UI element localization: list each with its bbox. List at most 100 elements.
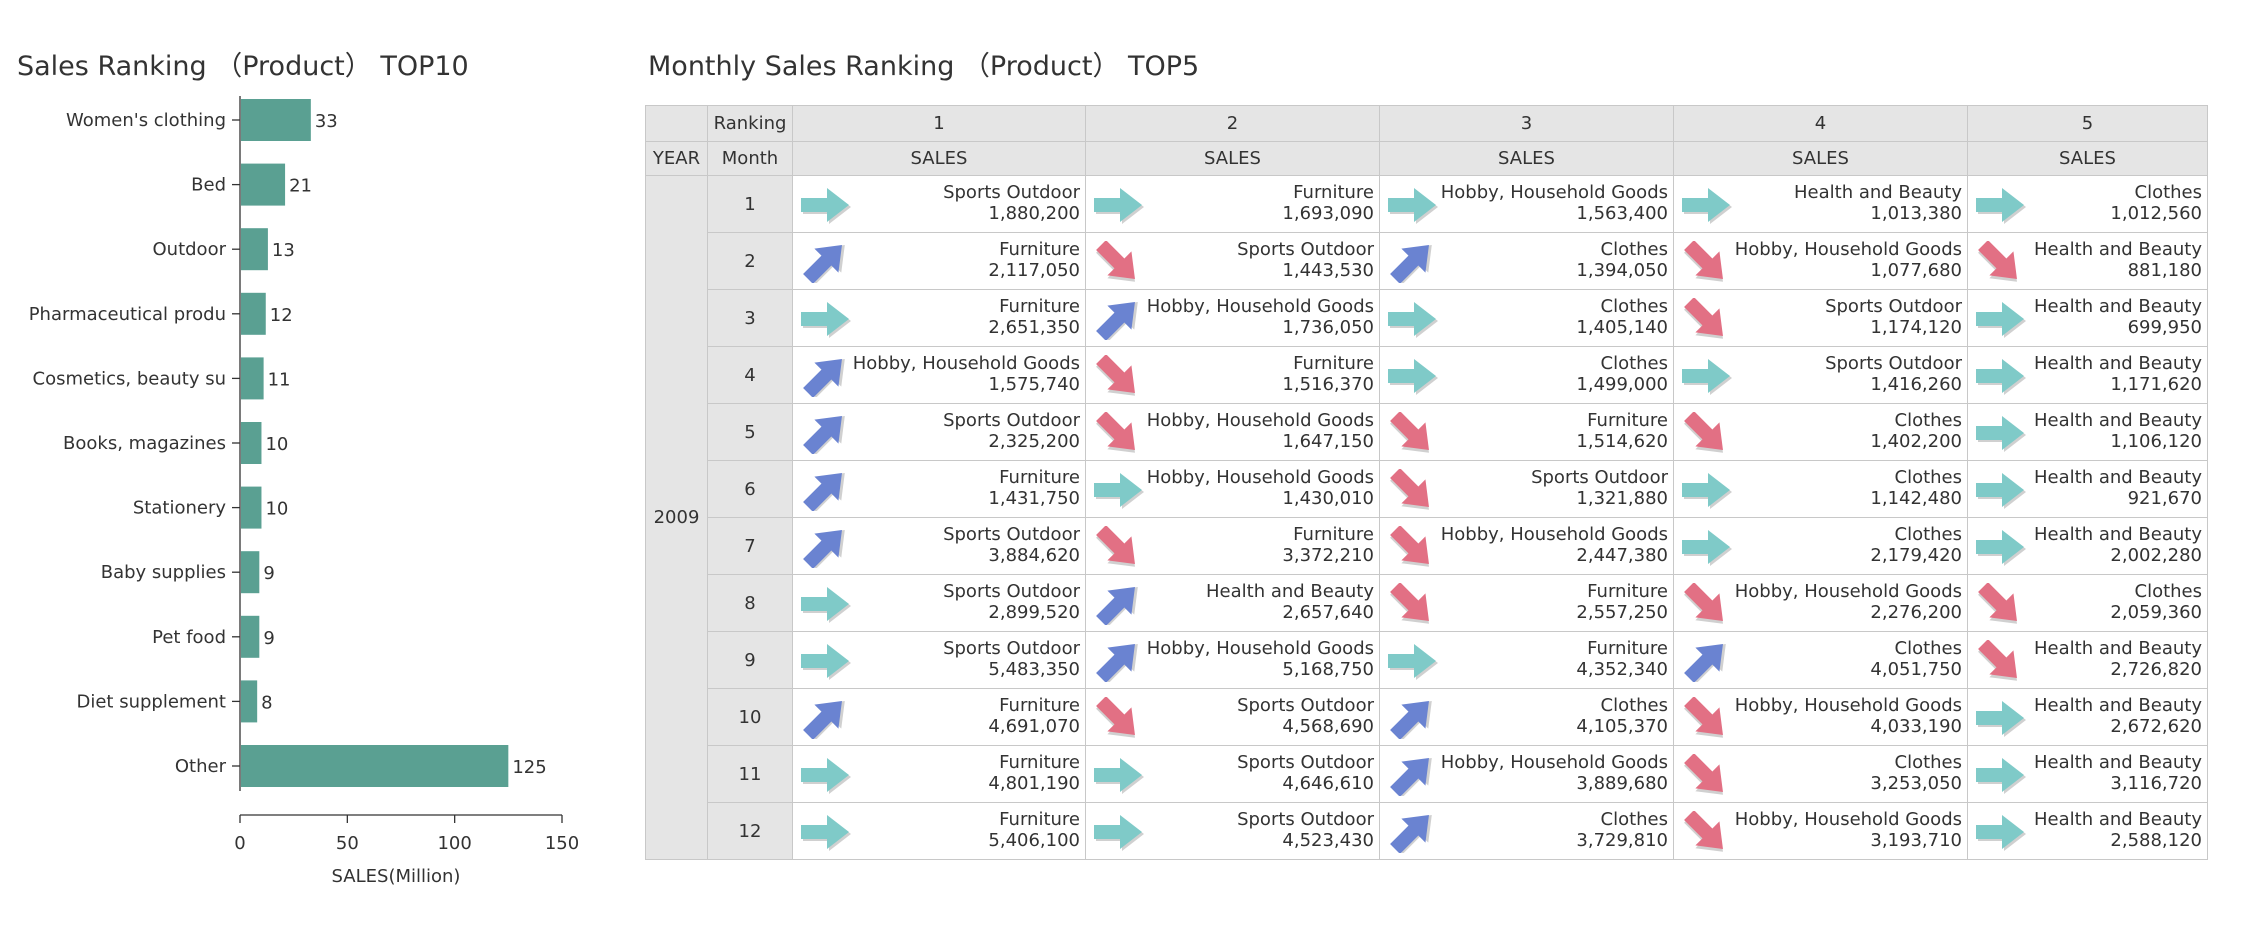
product-name: Sports Outdoor: [1237, 695, 1374, 716]
product-name: Sports Outdoor: [1237, 752, 1374, 773]
cell-text: Furniture 1,514,620: [1576, 410, 1668, 452]
sales-cell: Health and Beauty 2,672,620: [1967, 688, 2208, 746]
trend-flat-arrow-icon: [1678, 184, 1736, 226]
cell-text: Clothes 3,253,050: [1870, 752, 1962, 794]
trend-down-arrow-icon: [1972, 639, 2030, 682]
trend-flat-arrow-icon: [1090, 184, 1148, 226]
trend-flat-arrow-icon: [1972, 754, 2030, 796]
cell-text: Furniture 4,352,340: [1576, 638, 1668, 680]
header-corner: [645, 105, 708, 142]
sales-cell: Health and Beauty 2,657,640: [1085, 574, 1380, 632]
trend-down-arrow-icon: [1678, 240, 1736, 283]
sales-cell: Clothes 4,051,750: [1673, 631, 1968, 689]
sales-cell: Clothes 1,394,050: [1379, 232, 1674, 290]
bar: [241, 680, 258, 723]
trend-flat-arrow-icon: [797, 811, 855, 853]
cell-text: Health and Beauty 2,672,620: [2034, 695, 2202, 737]
bar: [241, 486, 262, 529]
sales-value: 1,405,140: [1576, 317, 1668, 338]
sales-cell: Furniture 2,557,250: [1379, 574, 1674, 632]
sales-value: 1,736,050: [1282, 317, 1374, 338]
sales-value: 4,105,370: [1576, 716, 1668, 737]
sales-value: 4,568,690: [1282, 716, 1374, 737]
sales-value: 2,672,620: [2110, 716, 2202, 737]
sales-cell: Furniture 4,801,190: [792, 745, 1086, 803]
sales-value: 1,013,380: [1870, 203, 1962, 224]
product-name: Health and Beauty: [2034, 524, 2202, 545]
product-name: Clothes: [1600, 296, 1669, 317]
sales-cell: Hobby, Household Goods 3,889,680: [1379, 745, 1674, 803]
sales-cell: Clothes 2,179,420: [1673, 517, 1968, 575]
rank-header: 2: [1085, 105, 1380, 142]
sales-value: 881,180: [2127, 260, 2202, 281]
sales-value: 4,033,190: [1870, 716, 1962, 737]
trend-up-arrow-icon: [797, 526, 855, 569]
cell-text: Health and Beauty 921,670: [2034, 467, 2202, 509]
cell-text: Sports Outdoor 3,884,620: [943, 524, 1080, 566]
trend-down-arrow-icon: [1678, 411, 1736, 454]
x-tick-label: 150: [545, 833, 579, 854]
sales-cell: Health and Beauty 2,002,280: [1967, 517, 2208, 575]
sales-value: 2,002,280: [2110, 545, 2202, 566]
data-label: 125: [512, 757, 546, 778]
month-cell: 7: [707, 517, 793, 575]
trend-down-arrow-icon: [1090, 411, 1148, 454]
cell-text: Hobby, Household Goods 3,889,680: [1441, 752, 1668, 794]
sales-cell: Sports Outdoor 4,568,690: [1085, 688, 1380, 746]
bar: [241, 745, 509, 787]
trend-up-arrow-icon: [1090, 583, 1148, 626]
sales-value: 2,276,200: [1870, 602, 1962, 623]
table-row: 5 Sports Outdoor 2,325,200 Hobby, Household…: [646, 403, 2208, 461]
cell-text: Sports Outdoor 1,174,120: [1825, 296, 1962, 338]
sales-cell: Furniture 4,691,070: [792, 688, 1086, 746]
sales-cell: Furniture 2,651,350: [792, 289, 1086, 347]
trend-up-arrow-icon: [797, 355, 855, 398]
trend-down-arrow-icon: [1678, 297, 1736, 340]
category-label: Pet food: [152, 627, 226, 648]
sales-cell: Sports Outdoor 3,884,620: [792, 517, 1086, 575]
month-cell: 11: [707, 745, 793, 803]
trend-down-arrow-icon: [1090, 696, 1148, 739]
sales-value: 1,431,750: [988, 488, 1080, 509]
sales-value: 1,443,530: [1282, 260, 1374, 281]
cell-text: Clothes 2,059,360: [2110, 581, 2202, 623]
product-name: Clothes: [1894, 524, 1963, 545]
data-label: 8: [261, 692, 272, 713]
trend-flat-arrow-icon: [1384, 355, 1442, 397]
rank-header: 3: [1379, 105, 1674, 142]
table-row: 11 Furniture 4,801,190 Sports Outdoor 4,646,…: [646, 745, 2208, 803]
product-name: Sports Outdoor: [1237, 239, 1374, 260]
product-name: Hobby, Household Goods: [852, 353, 1080, 374]
trend-flat-arrow-icon: [1384, 184, 1442, 226]
trend-down-arrow-icon: [1384, 525, 1442, 568]
trend-down-arrow-icon: [1090, 525, 1148, 568]
trend-flat-arrow-icon: [1678, 355, 1736, 397]
table-row: 2009 1 Sports Outdoor 1,880,200 Furniture 1,6…: [645, 175, 2208, 860]
trend-up-arrow-icon: [1384, 754, 1442, 797]
product-name: Hobby, Household Goods: [1734, 695, 1962, 716]
sales-cell: Furniture 1,431,750: [792, 460, 1086, 518]
table-row: 2 Furniture 2,117,050 Sports Outdoor 1,443,5…: [646, 232, 2208, 290]
table-row: 3 Furniture 2,651,350 Hobby, Household Good…: [646, 289, 2208, 347]
sales-cell: Hobby, Household Goods 1,736,050: [1085, 289, 1380, 347]
sales-value: 4,352,340: [1576, 659, 1668, 680]
sales-value: 2,059,360: [2110, 602, 2202, 623]
bar: [241, 551, 260, 594]
header-row-sales: YEAR Month SALES SALES SALES SALES SALES: [645, 141, 2208, 176]
product-name: Sports Outdoor: [1825, 353, 1962, 374]
product-name: Sports Outdoor: [1531, 467, 1668, 488]
product-name: Clothes: [1894, 638, 1963, 659]
sales-cell: Health and Beauty 1,013,380: [1673, 175, 1968, 233]
table-row: 7 Sports Outdoor 3,884,620 Furniture 3,372,2…: [646, 517, 2208, 575]
x-tick-label: 100: [437, 833, 471, 854]
x-axis-label: SALES(Million): [332, 866, 461, 887]
cell-text: Hobby, Household Goods 5,168,750: [1147, 638, 1374, 680]
trend-down-arrow-icon: [1972, 240, 2030, 283]
product-name: Furniture: [999, 695, 1080, 716]
sales-cell: Clothes 3,253,050: [1673, 745, 1968, 803]
product-name: Health and Beauty: [1794, 182, 1962, 203]
sales-value: 4,051,750: [1870, 659, 1962, 680]
sales-value: 1,693,090: [1282, 203, 1374, 224]
cell-text: Furniture 5,406,100: [988, 809, 1080, 851]
bar: [241, 163, 286, 206]
